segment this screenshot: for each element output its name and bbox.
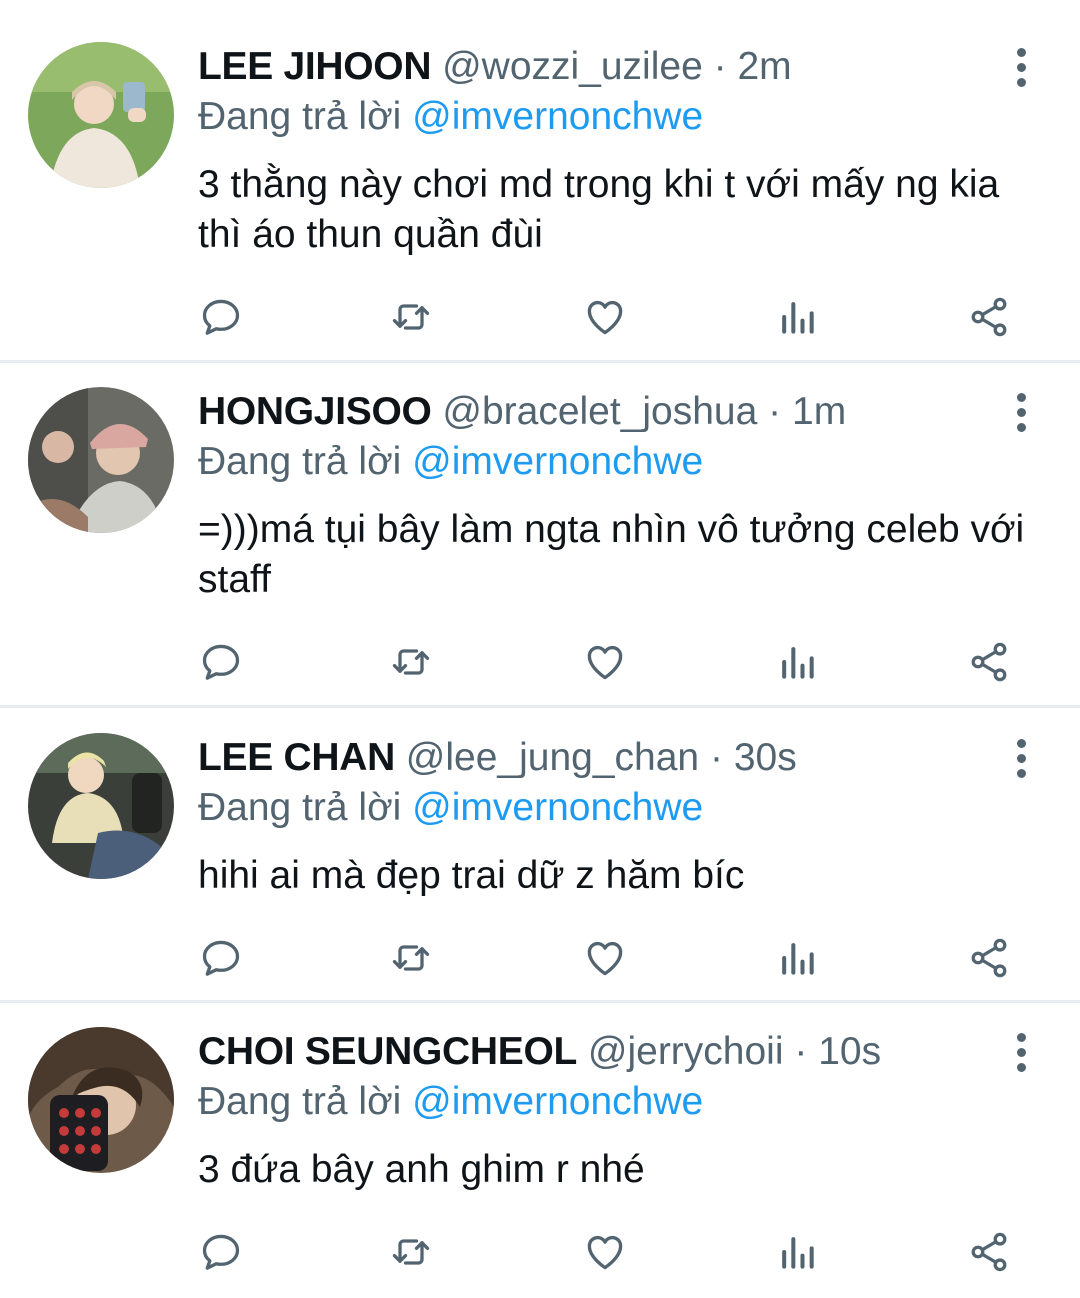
- tweet-text: 3 đứa bây anh ghim r nhé: [198, 1148, 645, 1191]
- user-handle[interactable]: @lee_jung_chan: [406, 736, 699, 779]
- user-handle[interactable]: @wozzi_uzilee: [442, 45, 703, 88]
- tweet-text: 3 thằng này chơi md trong khi t với mấy …: [198, 163, 1000, 256]
- tweet[interactable]: LEE JIHOON @wozzi_uzilee · 2m Đang trả l…: [0, 42, 1080, 362]
- tweet-header: LEE JIHOON @wozzi_uzilee · 2m: [198, 42, 792, 92]
- analytics-icon[interactable]: [772, 637, 822, 687]
- timestamp[interactable]: 30s: [734, 736, 797, 779]
- replying-to: Đang trả lời @imvernonchwe: [198, 92, 703, 142]
- share-icon[interactable]: [964, 637, 1014, 687]
- analytics-icon[interactable]: [772, 292, 822, 342]
- avatar[interactable]: [28, 733, 174, 879]
- display-name[interactable]: LEE CHAN: [198, 736, 395, 779]
- more-options-icon[interactable]: [1004, 1027, 1038, 1077]
- mention-link[interactable]: @imvernonchwe: [412, 440, 703, 483]
- retweet-icon[interactable]: [386, 933, 436, 983]
- mention-link[interactable]: @imvernonchwe: [412, 1080, 703, 1123]
- like-icon[interactable]: [580, 933, 630, 983]
- mention-link[interactable]: @imvernonchwe: [412, 786, 703, 829]
- separator: ·: [768, 390, 782, 433]
- replying-prefix: Đang trả lời: [198, 95, 402, 138]
- separator: ·: [794, 1030, 808, 1073]
- display-name[interactable]: HONGJISOO: [198, 390, 432, 433]
- reply-icon[interactable]: [196, 292, 246, 342]
- tweet[interactable]: HONGJISOO @bracelet_joshua · 1m Đang trả…: [0, 387, 1080, 707]
- avatar[interactable]: [28, 42, 174, 188]
- user-handle[interactable]: @bracelet_joshua: [442, 390, 757, 433]
- share-icon[interactable]: [964, 292, 1014, 342]
- tweet-header: CHOI SEUNGCHEOL @jerrychoii · 10s: [198, 1027, 881, 1077]
- tweet-header: HONGJISOO @bracelet_joshua · 1m: [198, 387, 846, 437]
- like-icon[interactable]: [580, 637, 630, 687]
- tweet-text: =)))má tụi bây làm ngta nhìn vô tưởng ce…: [198, 508, 1025, 601]
- display-name[interactable]: CHOI SEUNGCHEOL: [198, 1030, 577, 1073]
- user-handle[interactable]: @jerrychoii: [588, 1030, 784, 1073]
- more-options-icon[interactable]: [1004, 387, 1038, 437]
- avatar-photo: [28, 42, 174, 188]
- reply-icon[interactable]: [196, 637, 246, 687]
- separator: ·: [709, 736, 723, 779]
- reply-icon[interactable]: [196, 933, 246, 983]
- tweet-feed: LEE JIHOON @wozzi_uzilee · 2m Đang trả l…: [0, 0, 1080, 1298]
- avatar[interactable]: [28, 387, 174, 533]
- divider: [0, 1000, 1080, 1003]
- tweet-header: LEE CHAN @lee_jung_chan · 30s: [198, 733, 797, 783]
- replying-prefix: Đang trả lời: [198, 1080, 402, 1123]
- share-icon[interactable]: [964, 1227, 1014, 1277]
- avatar-photo: [28, 733, 174, 879]
- divider: [0, 705, 1080, 708]
- separator: ·: [713, 45, 727, 88]
- replying-to: Đang trả lời @imvernonchwe: [198, 783, 703, 833]
- like-icon[interactable]: [580, 1227, 630, 1277]
- display-name[interactable]: LEE JIHOON: [198, 45, 432, 88]
- timestamp[interactable]: 2m: [737, 45, 791, 88]
- share-icon[interactable]: [964, 933, 1014, 983]
- replying-to: Đang trả lời @imvernonchwe: [198, 437, 703, 487]
- divider: [0, 360, 1080, 363]
- replying-prefix: Đang trả lời: [198, 786, 402, 829]
- analytics-icon[interactable]: [772, 933, 822, 983]
- tweet-text: hihi ai mà đẹp trai dữ z hăm bíc: [198, 854, 745, 897]
- avatar[interactable]: [28, 1027, 174, 1173]
- analytics-icon[interactable]: [772, 1227, 822, 1277]
- replying-prefix: Đang trả lời: [198, 440, 402, 483]
- retweet-icon[interactable]: [386, 637, 436, 687]
- timestamp[interactable]: 1m: [792, 390, 846, 433]
- tweet[interactable]: LEE CHAN @lee_jung_chan · 30s Đang trả l…: [0, 733, 1080, 1003]
- like-icon[interactable]: [580, 292, 630, 342]
- mention-link[interactable]: @imvernonchwe: [412, 95, 703, 138]
- tweet[interactable]: CHOI SEUNGCHEOL @jerrychoii · 10s Đang t…: [0, 1027, 1080, 1297]
- reply-icon[interactable]: [196, 1227, 246, 1277]
- retweet-icon[interactable]: [386, 1227, 436, 1277]
- more-options-icon[interactable]: [1004, 42, 1038, 92]
- avatar-photo: [28, 387, 174, 533]
- avatar-photo: [28, 1027, 174, 1173]
- more-options-icon[interactable]: [1004, 733, 1038, 783]
- replying-to: Đang trả lời @imvernonchwe: [198, 1077, 703, 1127]
- retweet-icon[interactable]: [386, 292, 436, 342]
- timestamp[interactable]: 10s: [818, 1030, 881, 1073]
